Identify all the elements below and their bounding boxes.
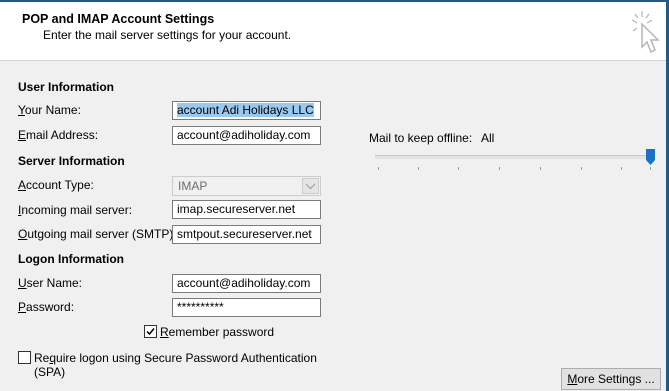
- slider-tick: [499, 167, 500, 170]
- outgoing-server-label: Outgoing mail server (SMTP):: [18, 227, 177, 241]
- offline-slider-track[interactable]: [375, 155, 653, 159]
- slider-tick: [540, 167, 541, 170]
- your-name-field[interactable]: account Adi Holidays LLC: [172, 101, 321, 120]
- user-name-label: User Name:: [18, 276, 83, 290]
- more-settings-button[interactable]: More Settings ...: [561, 368, 661, 390]
- spa-label[interactable]: Require logon using Secure Password Auth…: [34, 351, 317, 379]
- dialog-header: POP and IMAP Account Settings Enter the …: [0, 2, 669, 61]
- pointer-click-icon: [631, 11, 660, 54]
- outgoing-server-field[interactable]: smtpout.secureserver.net: [172, 225, 321, 244]
- server-information-heading: Server Information: [18, 154, 125, 168]
- remember-password-label[interactable]: Remember password: [160, 325, 274, 339]
- spa-checkbox[interactable]: [18, 351, 31, 364]
- page-subtitle: Enter the mail server settings for your …: [43, 28, 292, 42]
- account-type-select[interactable]: IMAP: [172, 176, 321, 196]
- logon-information-heading: Logon Information: [18, 252, 124, 266]
- mail-offline-label: Mail to keep offline:: [369, 131, 473, 145]
- slider-tick: [581, 167, 582, 170]
- incoming-server-field[interactable]: imap.secureserver.net: [172, 200, 321, 219]
- chevron-down-icon[interactable]: [302, 178, 319, 194]
- account-type-label: Account Type:: [18, 178, 94, 192]
- user-information-heading: User Information: [18, 80, 115, 94]
- incoming-server-label: Incoming mail server:: [18, 203, 133, 217]
- settings-panel: [0, 61, 669, 391]
- page-title: POP and IMAP Account Settings: [22, 12, 215, 26]
- email-address-field[interactable]: account@adiholiday.com: [172, 126, 321, 145]
- slider-tick: [621, 167, 622, 170]
- slider-tick: [650, 167, 651, 170]
- user-name-field[interactable]: account@adiholiday.com: [172, 274, 321, 293]
- slider-tick: [378, 167, 379, 170]
- account-type-value: IMAP: [178, 179, 208, 193]
- password-label: Password:: [18, 300, 75, 314]
- slider-tick: [418, 167, 419, 170]
- password-field[interactable]: **********: [172, 298, 321, 317]
- email-address-label: Email Address:: [18, 128, 99, 142]
- offline-slider-thumb[interactable]: [646, 149, 655, 165]
- mail-offline-value: All: [481, 131, 495, 145]
- checkmark-icon: [146, 328, 155, 336]
- your-name-label: Your Name:: [18, 103, 81, 117]
- slider-tick: [458, 167, 459, 170]
- remember-password-checkbox[interactable]: [144, 325, 157, 338]
